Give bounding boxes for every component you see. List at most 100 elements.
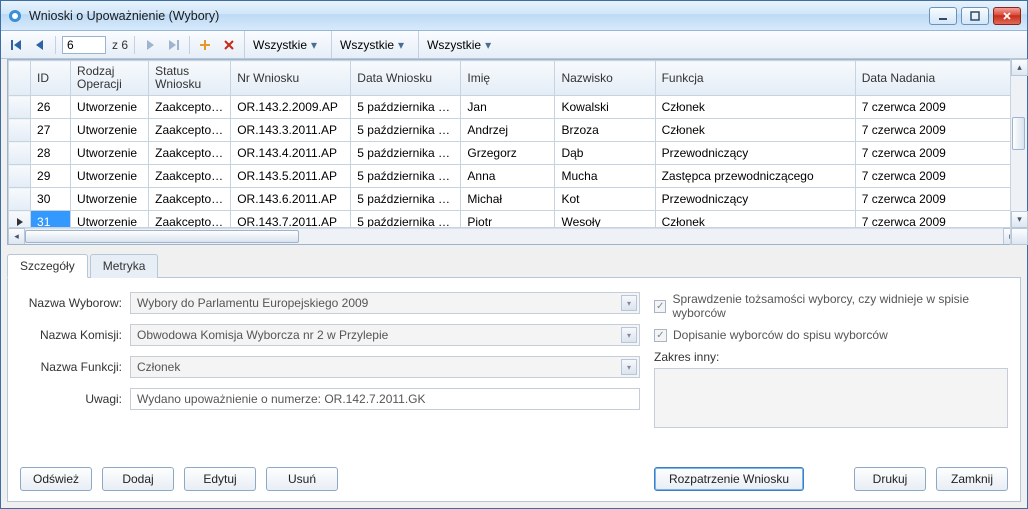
table-cell[interactable]: Członek [655,211,855,227]
scrollbar-thumb[interactable] [1012,117,1025,151]
grid-horizontal-scrollbar[interactable]: ◂ ▸ [8,227,1020,244]
add-record-icon[interactable] [196,36,214,54]
vertical-scrollbar[interactable]: ▴ ▾ [1010,59,1027,245]
delete-record-icon[interactable] [220,36,238,54]
table-cell[interactable]: OR.143.7.2011.AP [231,211,351,227]
filter-3-dropdown[interactable]: Wszystkie ▾ [418,31,499,58]
col-funkcja[interactable]: Funkcja [655,61,855,96]
table-cell[interactable]: Utworzenie [71,211,149,227]
table-cell[interactable]: 5 października 2011 [351,119,461,142]
table-cell[interactable]: Mucha [555,165,655,188]
table-cell[interactable]: 5 października 2011 [351,96,461,119]
table-cell[interactable] [9,211,31,227]
col-rodzaj[interactable]: Rodzaj Operacji [71,61,149,96]
drukuj-button[interactable]: Drukuj [854,467,926,491]
table-cell[interactable]: Zaakceptow... [149,188,231,211]
table-cell[interactable]: OR.143.3.2011.AP [231,119,351,142]
minimize-button[interactable] [929,7,957,25]
col-data-nadania[interactable]: Data Nadania [855,61,1019,96]
record-index-input[interactable] [62,36,106,54]
table-cell[interactable]: Przewodniczący [655,188,855,211]
table-cell[interactable]: Piotr [461,211,555,227]
col-data[interactable]: Data Wniosku [351,61,461,96]
table-row[interactable]: 28UtworzenieZaakceptow...OR.143.4.2011.A… [9,142,1020,165]
table-cell[interactable]: Anna [461,165,555,188]
table-cell[interactable]: Jan [461,96,555,119]
close-button[interactable] [993,7,1021,25]
table-cell[interactable]: Grzegorz [461,142,555,165]
table-cell[interactable]: Utworzenie [71,142,149,165]
table-cell[interactable]: 7 czerwca 2009 [855,165,1019,188]
col-nazwisko[interactable]: Nazwisko [555,61,655,96]
table-cell[interactable]: 7 czerwca 2009 [855,119,1019,142]
table-cell[interactable]: 7 czerwca 2009 [855,142,1019,165]
filter-1-dropdown[interactable]: Wszystkie ▾ [244,31,325,58]
table-cell[interactable]: OR.143.6.2011.AP [231,188,351,211]
table-cell[interactable]: 30 [31,188,71,211]
table-cell[interactable]: Zaakceptow... [149,119,231,142]
table-row[interactable]: 27UtworzenieZaakceptow...OR.143.3.2011.A… [9,119,1020,142]
table-cell[interactable]: OR.143.4.2011.AP [231,142,351,165]
scroll-down-icon[interactable]: ▾ [1011,211,1028,228]
table-cell[interactable]: 29 [31,165,71,188]
input-uwagi[interactable]: Wydano upoważnienie o numerze: OR.142.7.… [130,388,640,410]
table-cell[interactable]: Dąb [555,142,655,165]
table-cell[interactable]: Utworzenie [71,96,149,119]
table-cell[interactable] [9,142,31,165]
table-cell[interactable]: Przewodniczący [655,142,855,165]
table-cell[interactable]: Członek [655,96,855,119]
table-cell[interactable]: 26 [31,96,71,119]
col-id[interactable]: ID [31,61,71,96]
zamknij-button[interactable]: Zamknij [936,467,1008,491]
dodaj-button[interactable]: Dodaj [102,467,174,491]
nav-first-icon[interactable] [7,36,25,54]
table-cell[interactable]: Brzoza [555,119,655,142]
table-cell[interactable]: 5 października 2011 [351,165,461,188]
table-row[interactable]: 29UtworzenieZaakceptow...OR.143.5.2011.A… [9,165,1020,188]
table-cell[interactable]: OR.143.2.2009.AP [231,96,351,119]
table-cell[interactable] [9,96,31,119]
table-cell[interactable] [9,119,31,142]
scrollbar-thumb[interactable] [25,230,299,243]
table-cell[interactable]: Utworzenie [71,188,149,211]
table-row[interactable]: 26UtworzenieZaakceptow...OR.143.2.2009.A… [9,96,1020,119]
filter-2-dropdown[interactable]: Wszystkie ▾ [331,31,412,58]
table-cell[interactable] [9,188,31,211]
table-cell[interactable]: Zaakceptow... [149,96,231,119]
table-cell[interactable]: Utworzenie [71,119,149,142]
table-cell[interactable]: Członek [655,119,855,142]
table-cell[interactable]: Zaakceptow... [149,165,231,188]
tab-szczegoly[interactable]: Szczegóły [7,254,88,278]
table-cell[interactable]: Zaakceptow... [149,211,231,227]
nav-last-icon[interactable] [165,36,183,54]
table-cell[interactable]: 5 października 2011 [351,188,461,211]
rozpatrzenie-wniosku-button[interactable]: Rozpatrzenie Wniosku [654,467,804,491]
table-cell[interactable]: 7 czerwca 2009 [855,188,1019,211]
odswiez-button[interactable]: Odśwież [20,467,92,491]
nav-prev-icon[interactable] [31,36,49,54]
table-cell[interactable]: 7 czerwca 2009 [855,96,1019,119]
table-row[interactable]: 31UtworzenieZaakceptow...OR.143.7.2011.A… [9,211,1020,227]
table-cell[interactable]: Kot [555,188,655,211]
nav-next-icon[interactable] [141,36,159,54]
col-nr[interactable]: Nr Wniosku [231,61,351,96]
data-grid[interactable]: ID Rodzaj Operacji Status Wniosku Nr Wni… [7,59,1021,245]
table-cell[interactable]: Michał [461,188,555,211]
table-cell[interactable] [9,165,31,188]
table-cell[interactable]: Andrzej [461,119,555,142]
table-cell[interactable]: Kowalski [555,96,655,119]
table-cell[interactable]: Zastępca przewodniczącego [655,165,855,188]
table-cell[interactable]: 7 czerwca 2009 [855,211,1019,227]
tab-metryka[interactable]: Metryka [90,254,159,278]
scroll-up-icon[interactable]: ▴ [1011,59,1028,76]
table-cell[interactable]: 27 [31,119,71,142]
edytuj-button[interactable]: Edytuj [184,467,256,491]
table-cell[interactable]: Wesoły [555,211,655,227]
table-cell[interactable]: 31 [31,211,71,227]
table-cell[interactable]: Zaakceptow... [149,142,231,165]
table-cell[interactable]: Utworzenie [71,165,149,188]
col-imie[interactable]: Imię [461,61,555,96]
usun-button[interactable]: Usuń [266,467,338,491]
table-cell[interactable]: 5 października 2011 [351,142,461,165]
scroll-left-icon[interactable]: ◂ [8,228,25,245]
